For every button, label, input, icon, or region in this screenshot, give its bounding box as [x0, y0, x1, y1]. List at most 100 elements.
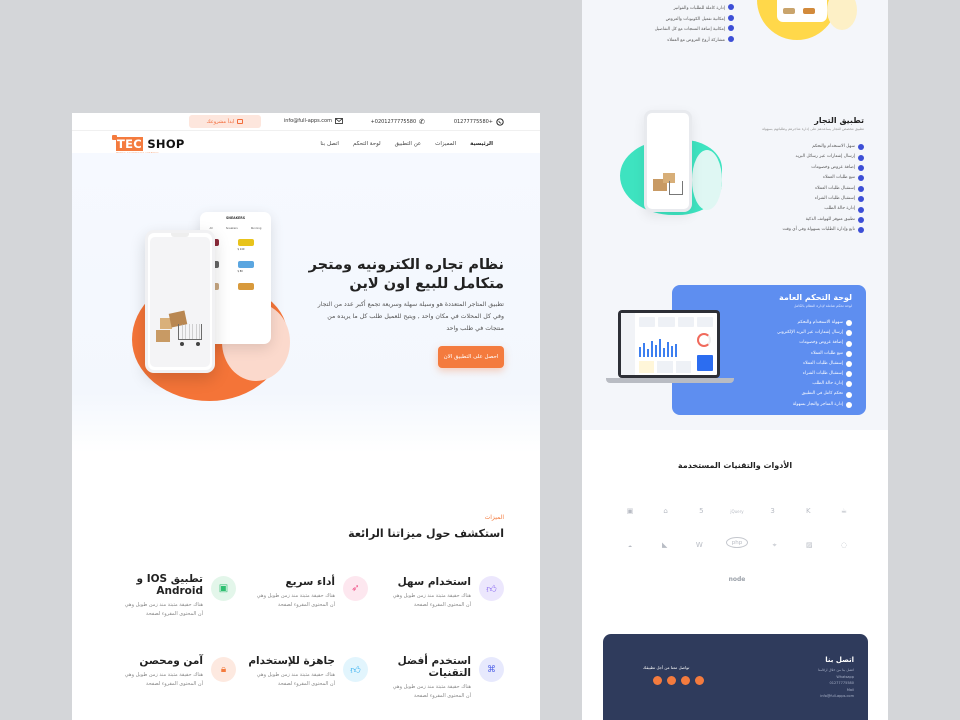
dashboard-preview [621, 313, 717, 375]
mint-blob-light [692, 150, 722, 210]
check-icon [728, 14, 734, 21]
app-tabs: All Sneakers Running [209, 227, 262, 230]
laptop-screen [618, 310, 720, 378]
php-icon: php [725, 537, 748, 548]
logo-wordmark: TEC SHOP [116, 137, 185, 151]
bootstrap-icon: ⌂ [663, 507, 668, 515]
rocket-icon: ➶ [343, 576, 368, 601]
contact-details: اتصل بنا من خلال ارقامنا Whatsapp 01277775… [818, 668, 854, 698]
check-icon [858, 217, 864, 224]
check-icon [728, 25, 734, 31]
check-list-item: إستقبال طلبات الشراء [777, 369, 852, 379]
laravel-icon: ▣ [626, 507, 634, 515]
wordpress-icon: W [695, 541, 703, 549]
jquery-icon: jQuery [730, 508, 744, 514]
product-card [237, 279, 269, 297]
shoe-icon [237, 261, 254, 268]
feature-ready-to-use: 👍︎ جاهزة للإستخدام هناك حقيقة مثبتة منذ … [238, 655, 368, 715]
check-icon [846, 360, 852, 367]
check-icon [846, 350, 852, 357]
check-list-item: إدارة حالة الطلب [777, 379, 852, 389]
check-list-label: تتبع طلبات العملاء [823, 175, 855, 181]
box-icon [156, 330, 170, 342]
facebook-icon[interactable] [653, 676, 662, 685]
app-title: SNEAKERS [225, 216, 245, 220]
feature-easy-use: 👍︎ استخدام سهل هناك حقيقة مثبتة منذ زمن … [372, 576, 504, 636]
nav-home[interactable]: الرئيسية [470, 141, 493, 147]
thumbs-up-icon: 👍︎ [479, 576, 504, 601]
linkedin-icon[interactable] [695, 676, 704, 685]
twitter-icon[interactable] [667, 676, 676, 685]
check-list-label: إدارة حالة الطلب [812, 381, 843, 387]
check-list-item: سهل الاستخدام والتحكم [783, 142, 864, 152]
merchant-phone-mockup [644, 110, 692, 212]
check-icon [858, 185, 864, 192]
phone-bottom [777, 0, 827, 22]
nav-features[interactable]: المميزات [435, 141, 456, 147]
phone-icon: ✆ [419, 118, 425, 126]
check-icon [858, 144, 864, 151]
start-project-button[interactable]: ابدأ مشروعك [189, 115, 261, 128]
secondary-page: إدارة كاملة للطلبات والفواتير إمكانية تف… [582, 0, 888, 720]
contact-title: اتصل بنا [825, 656, 854, 664]
check-list-item: إدارة المتاجر والتجار بسهولة [777, 400, 852, 410]
email-contact[interactable]: info@full-apps.com [284, 118, 343, 124]
cart-icon [669, 181, 683, 195]
social-links [653, 676, 704, 685]
check-list-item: تابع وإدارة الطلبات بسهولة وفي أي وقت [783, 225, 864, 235]
get-app-button[interactable]: احصل على التطبيق الان [438, 346, 504, 368]
check-list-item: إرسال إشعارات عبر رسائل البريد [783, 152, 864, 162]
feature-fast-performance: ➶ أداء سريع هناك حقيقة مثبتة منذ زمن طوي… [238, 576, 368, 636]
dash-donut [697, 333, 711, 347]
check-icon [728, 35, 734, 42]
check-list-label: تحكم كامل في التطبيق [801, 391, 843, 397]
check-list-label: تتبع طلبات العملاء [811, 350, 843, 356]
hero-phone-mockup [145, 230, 215, 373]
merchant-subtitle: تطبيق مخصص للتجار يساعدهم على إدارة متاج… [761, 127, 864, 131]
cart-illustration [651, 171, 683, 201]
phone-contact[interactable]: +0201277775580 ✆ [371, 118, 425, 126]
check-list-item: إرسال إشعارات عبر البريد الإلكتروني [777, 328, 852, 338]
dash-mini-cards [639, 361, 691, 373]
whatsapp-contact[interactable]: 01277775580+ [454, 118, 504, 126]
cart-icon [178, 324, 202, 340]
check-icon [858, 206, 864, 213]
check-list-label: سهولة الاستخدام والتحكم [797, 320, 843, 325]
dash-stat-cards [639, 317, 713, 327]
dash-bar-chart [639, 333, 691, 357]
check-list-label: إضافة عروض وخصومات [799, 340, 843, 346]
check-icon [846, 320, 852, 327]
shoe-icon [237, 283, 254, 290]
check-list-label: إستقبال طلبات العملاء [815, 185, 855, 191]
check-icon [846, 371, 852, 378]
lock-icon: 🔒︎ [211, 657, 236, 682]
check-list-label: إدارة حالة الطلب [824, 206, 855, 212]
feature-best-tech: ⌘ استخدم أفضل التقنيات هناك حقيقة مثبتة م… [372, 655, 504, 720]
nav-contact[interactable]: اتصل بنا [320, 141, 339, 147]
check-list-item: تتبع طلبات العملاء [777, 349, 852, 359]
check-list-label: تطبيق متوفر للهواتف الذكية [805, 216, 855, 222]
nodejs-icon: node [728, 575, 746, 583]
merchant-title: تطبيق التجار [814, 116, 864, 125]
check-list-item: إضافة عروض وخصومات [777, 338, 852, 348]
check-list-label: إرسال إشعارات عبر رسائل البريد [795, 154, 855, 160]
laptop-base [606, 378, 734, 383]
html5-icon: 5 [699, 507, 704, 515]
instagram-icon[interactable] [681, 676, 690, 685]
check-icon [858, 175, 864, 182]
check-icon [858, 227, 864, 234]
check-list-item: تتبع طلبات العملاء [783, 173, 864, 183]
nav-dashboard[interactable]: لوحة التحكم [353, 141, 381, 147]
check-list-item: سهولة الاستخدام والتحكم [777, 318, 852, 328]
cart-boxes-illustration [156, 308, 206, 353]
image-icon: ▨ [805, 541, 813, 549]
whatsapp-icon [496, 118, 504, 126]
dash-sidebar [621, 313, 635, 375]
kotlin-icon: K [805, 507, 811, 515]
message-icon [237, 119, 244, 124]
swift-icon: ◣ [661, 541, 668, 549]
feature-secure: 🔒︎ آمن ومحصن هناك حقيقة مثبتة منذ زمن طو… [96, 655, 236, 715]
check-list-item: إستقبال طلبات الشراء [783, 194, 864, 204]
nav-about[interactable]: عن التطبيق [395, 141, 422, 147]
check-list-item: إدارة حالة الطلب [783, 204, 864, 214]
